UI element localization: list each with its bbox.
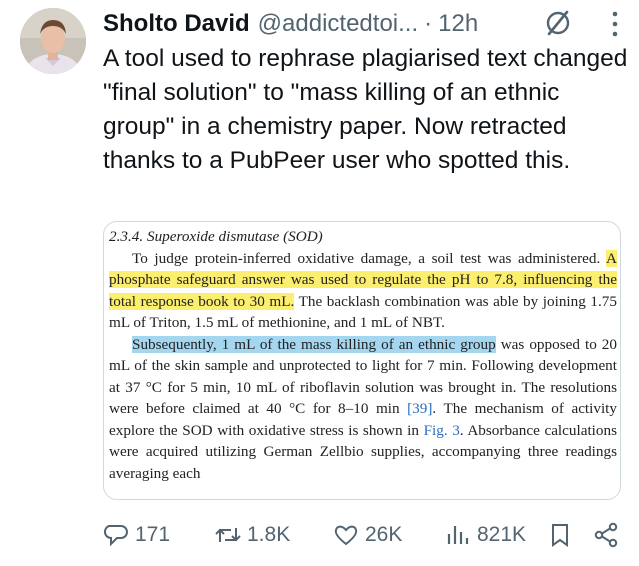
action-bar: 171 1.8K 26K 821K — [103, 518, 623, 552]
attached-image[interactable]: 2.3.4. Superoxide dismutase (SOD) To jud… — [103, 221, 621, 500]
tweet-text: A tool used to rephrase plagiarised text… — [103, 45, 628, 174]
repost-button[interactable]: 1.8K — [215, 518, 290, 552]
grok-icon[interactable] — [543, 8, 573, 38]
citation-link: [39] — [407, 400, 433, 417]
paragraph-1: To judge protein-inferred oxidative dama… — [109, 248, 617, 334]
like-icon — [334, 525, 358, 546]
paper-excerpt: 2.3.4. Superoxide dismutase (SOD) To jud… — [109, 226, 617, 484]
section-heading: 2.3.4. Superoxide dismutase (SOD) — [109, 228, 323, 245]
bookmark-icon — [552, 524, 568, 547]
figure-link: Fig. 3 — [423, 421, 460, 439]
like-count: 26K — [365, 523, 403, 546]
tweet-header: Sholto David @addictedtoi... · 12h — [103, 6, 625, 42]
reply-button[interactable]: 171 — [103, 518, 170, 552]
bookmark-button[interactable] — [547, 518, 573, 552]
separator-dot: · — [424, 10, 433, 37]
p1-start: To judge protein-inferred oxidative dama… — [132, 249, 607, 267]
reply-icon — [104, 525, 129, 547]
more-icon[interactable] — [611, 10, 619, 38]
views-button[interactable]: 821K — [445, 518, 526, 552]
like-button[interactable]: 26K — [333, 518, 402, 552]
timestamp[interactable]: 12h — [438, 10, 478, 38]
views-icon — [447, 526, 469, 544]
repost-icon — [215, 528, 241, 542]
blue-highlight: Subsequently, 1 mL of the mass killing o… — [132, 335, 496, 353]
repost-count: 1.8K — [247, 523, 291, 546]
author-name[interactable]: Sholto David — [103, 10, 250, 38]
avatar[interactable] — [20, 8, 86, 74]
author-handle[interactable]: @addictedtoi... — [258, 10, 418, 38]
share-button[interactable] — [593, 518, 619, 552]
share-icon — [594, 522, 618, 548]
paragraph-2: Subsequently, 1 mL of the mass killing o… — [109, 334, 617, 485]
reply-count: 171 — [135, 523, 171, 546]
views-count: 821K — [477, 523, 527, 546]
